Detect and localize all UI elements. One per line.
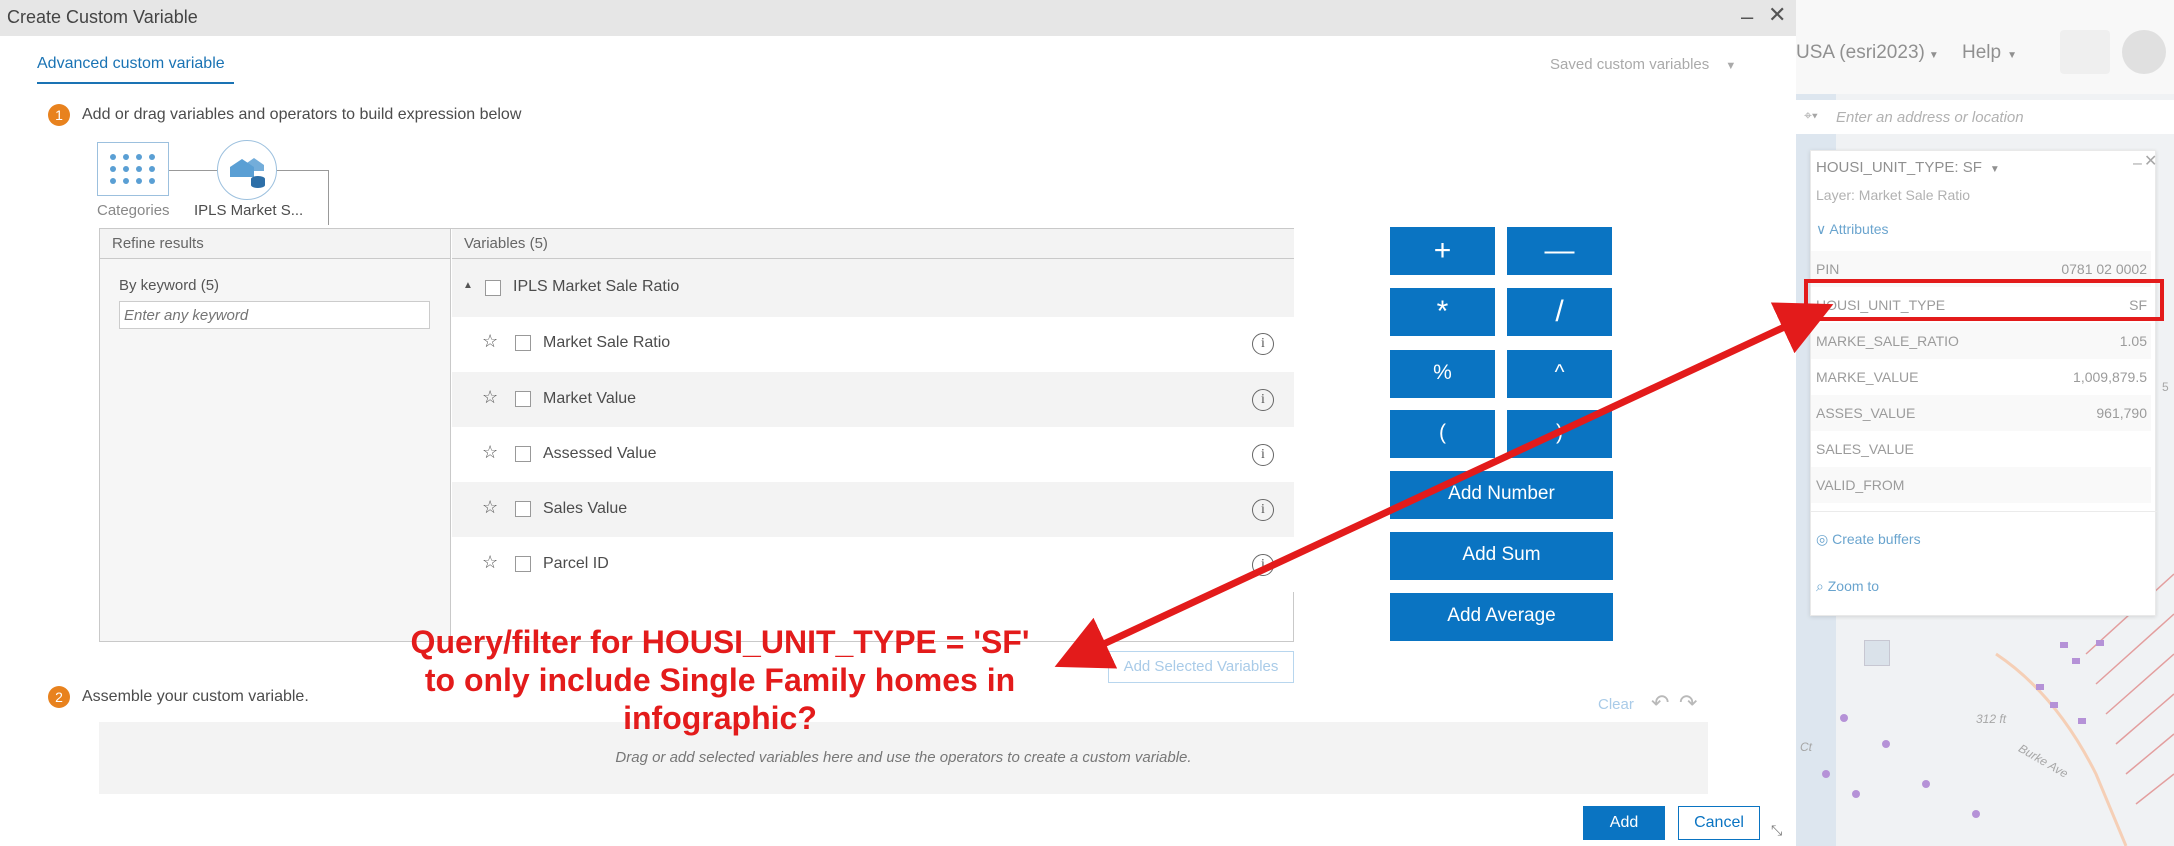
- annotation-line-3: infographic?: [623, 700, 817, 736]
- annotation-line-2: to only include Single Family homes in: [424, 662, 1016, 698]
- annotation-arrow: [1054, 302, 1834, 669]
- annotation-line-1: Query/filter for HOUSI_UNIT_TYPE = 'SF': [410, 624, 1030, 660]
- annotation-text: Query/filter for HOUSI_UNIT_TYPE = 'SF' …: [360, 623, 1080, 737]
